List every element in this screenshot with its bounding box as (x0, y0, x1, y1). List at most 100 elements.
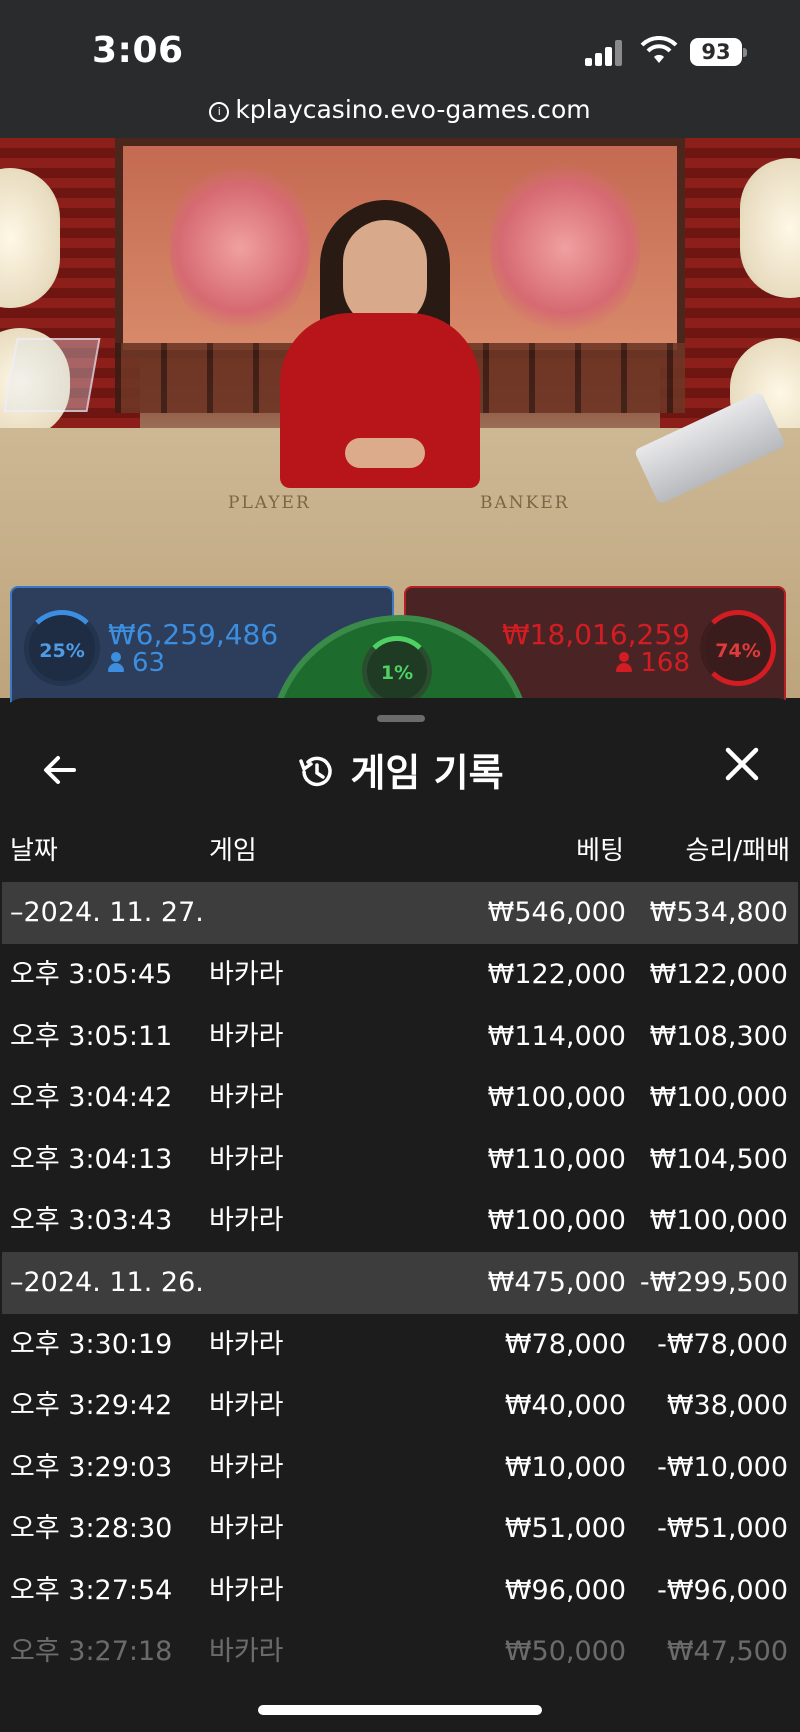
discard-tray (3, 338, 101, 412)
user-icon (616, 652, 633, 672)
row-bet: ₩50,000 (504, 1636, 626, 1667)
player-total-bet: ₩6,259,486 (108, 618, 279, 651)
column-header-game: 게임 (209, 836, 257, 866)
group-date: –2024. 11. 27. (10, 897, 204, 928)
row-time: 오후 3:29:42 (10, 1390, 173, 1421)
player-percent-ring: 25% (24, 610, 100, 686)
row-result: ₩104,500 (649, 1143, 788, 1175)
row-game: 바카라 (209, 1513, 284, 1544)
table-row[interactable]: 오후 3:30:19 바카라 ₩78,000 -₩78,000 (2, 1314, 798, 1376)
table-label-player: PLAYER (228, 493, 311, 513)
row-result: -₩10,000 (657, 1451, 788, 1483)
address-bar[interactable]: i kplaycasino.evo-games.com (0, 95, 800, 124)
dealer-hands (345, 438, 425, 468)
dealer-face (343, 220, 427, 328)
table-row[interactable]: 오후 3:04:42 바카라 ₩100,000 ₩100,000 (2, 1067, 798, 1129)
row-game: 바카라 (209, 1205, 284, 1236)
row-result: ₩38,000 (666, 1390, 788, 1421)
row-bet: ₩51,000 (504, 1513, 626, 1544)
row-time: 오후 3:04:13 (10, 1143, 173, 1175)
column-header-result: 승리/패배 (685, 836, 790, 866)
tie-percent-ring: 1% (362, 636, 432, 706)
row-result: ₩122,000 (649, 959, 788, 990)
row-time: 오후 3:28:30 (10, 1513, 173, 1544)
row-bet: ₩78,000 (504, 1328, 626, 1360)
table-row[interactable]: 오후 3:27:18 바카라 ₩50,000 ₩47,500 (2, 1621, 798, 1683)
row-game: 바카라 (209, 1390, 284, 1421)
group-result-total: ₩534,800 (649, 897, 788, 928)
date-group-row[interactable]: –2024. 11. 26. ₩475,000 -₩299,500 (2, 1251, 798, 1314)
date-group-row[interactable]: –2024. 11. 27. ₩546,000 ₩534,800 (2, 882, 798, 944)
banker-percent-ring: 74% (700, 610, 776, 686)
row-game: 바카라 (209, 1020, 284, 1052)
wifi-icon (640, 36, 678, 63)
row-time: 오후 3:27:18 (10, 1636, 173, 1667)
banker-count-value: 168 (640, 648, 690, 678)
row-bet: ₩114,000 (487, 1020, 626, 1052)
table-row[interactable]: 오후 3:05:11 바카라 ₩114,000 ₩108,300 (2, 1006, 798, 1068)
table-row[interactable]: 오후 3:27:54 바카라 ₩96,000 -₩96,000 (2, 1560, 798, 1622)
blossom-decoration (490, 158, 640, 338)
history-icon (299, 756, 333, 787)
row-bet: ₩96,000 (504, 1574, 626, 1606)
group-date: –2024. 11. 26. (10, 1266, 204, 1298)
page-title: 게임 기록 (350, 751, 504, 795)
table-row[interactable]: 오후 3:29:42 바카라 ₩40,000 ₩38,000 (2, 1375, 798, 1437)
table-row[interactable]: 오후 3:29:03 바카라 ₩10,000 -₩10,000 (2, 1437, 798, 1499)
row-bet: ₩40,000 (504, 1390, 626, 1421)
row-game: 바카라 (209, 1328, 284, 1360)
player-bettor-count: 63 (108, 648, 165, 678)
table-row[interactable]: 오후 3:03:43 바카라 ₩100,000 ₩100,000 (2, 1190, 798, 1252)
panel-header: 게임 기록 (2, 742, 798, 795)
url-text: kplaycasino.evo-games.com (235, 95, 591, 124)
column-header-date: 날짜 (10, 836, 58, 866)
row-game: 바카라 (209, 1143, 284, 1175)
clock: 3:06 (92, 30, 184, 71)
row-time: 오후 3:05:11 (10, 1020, 173, 1052)
row-time: 오후 3:27:54 (10, 1574, 173, 1606)
row-bet: ₩10,000 (504, 1451, 626, 1483)
row-bet: ₩100,000 (487, 1082, 626, 1113)
info-icon: i (209, 102, 230, 122)
table-row[interactable]: 오후 3:05:45 바카라 ₩122,000 ₩122,000 (2, 944, 798, 1006)
row-game: 바카라 (209, 1636, 284, 1667)
player-count-value: 63 (132, 648, 166, 678)
row-game: 바카라 (209, 1574, 284, 1606)
user-icon (108, 652, 124, 672)
row-time: 오후 3:04:42 (10, 1082, 173, 1113)
row-time: 오후 3:03:43 (10, 1205, 173, 1236)
close-icon[interactable] (720, 742, 764, 786)
row-time: 오후 3:30:19 (10, 1328, 173, 1360)
group-result-total: -₩299,500 (639, 1266, 788, 1298)
row-result: ₩108,300 (649, 1020, 788, 1052)
row-result: ₩100,000 (649, 1205, 788, 1236)
row-time: 오후 3:29:03 (10, 1451, 173, 1483)
group-bet-total: ₩475,000 (487, 1266, 626, 1298)
table-row[interactable]: 오후 3:28:30 바카라 ₩51,000 -₩51,000 (2, 1498, 798, 1560)
column-header-bet: 베팅 (576, 836, 624, 866)
battery-icon: 93 (690, 38, 747, 66)
row-game: 바카라 (209, 1082, 284, 1113)
lantern (740, 158, 800, 298)
table-row[interactable]: 오후 3:04:13 바카라 ₩110,000 ₩104,500 (2, 1129, 798, 1191)
blossom-decoration (170, 158, 310, 338)
row-time: 오후 3:05:45 (10, 959, 173, 990)
row-result: -₩96,000 (657, 1574, 788, 1606)
row-result: ₩100,000 (649, 1082, 788, 1113)
banker-bettor-count: 168 (616, 648, 690, 678)
home-indicator[interactable] (258, 1705, 542, 1715)
row-bet: ₩110,000 (487, 1143, 626, 1175)
row-game: 바카라 (209, 959, 284, 990)
group-bet-total: ₩546,000 (487, 897, 626, 928)
row-result: -₩51,000 (657, 1513, 788, 1544)
drag-handle[interactable] (377, 715, 425, 722)
table-label-banker: BANKER (480, 493, 570, 513)
row-result: ₩47,500 (666, 1636, 788, 1667)
banker-total-bet: ₩18,016,259 (501, 618, 690, 651)
game-history-panel: 게임 기록 날짜 게임 베팅 승리/패배 –2024. 11. 27. ₩546… (2, 698, 798, 1732)
cellular-signal-icon (585, 40, 625, 66)
row-game: 바카라 (209, 1451, 284, 1483)
row-bet: ₩100,000 (487, 1205, 626, 1236)
history-table: –2024. 11. 27. ₩546,000 ₩534,800 오후 3:05… (2, 882, 798, 1683)
row-result: -₩78,000 (657, 1328, 788, 1360)
